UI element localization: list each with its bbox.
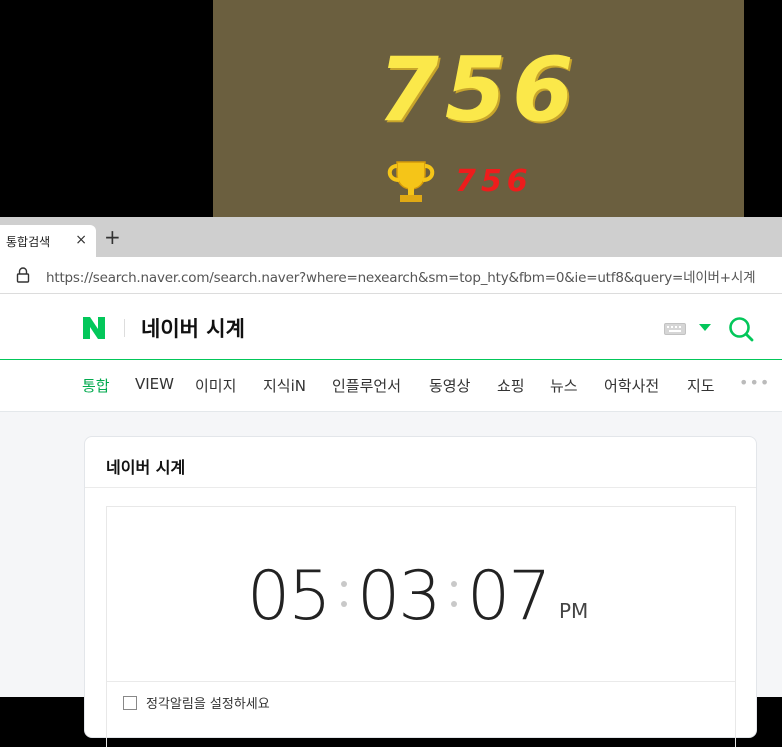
clock-ampm: PM	[559, 599, 589, 623]
header-divider	[124, 319, 125, 337]
alarm-label[interactable]: 정각알림을 설정하세요	[146, 693, 270, 712]
tab-dictionary[interactable]: 어학사전	[604, 375, 659, 396]
search-icon[interactable]	[728, 316, 754, 342]
tab-title: 통합검색	[6, 234, 51, 249]
best-score: 756	[455, 163, 533, 199]
alarm-checkbox[interactable]	[123, 695, 137, 710]
search-header: 네이버 시계	[0, 294, 782, 360]
current-score: 756	[377, 38, 580, 141]
tab-integrated[interactable]: 통합	[82, 375, 110, 396]
card-divider	[85, 487, 756, 488]
tab-influencer[interactable]: 인플루언서	[332, 375, 401, 396]
trophy-icon	[387, 161, 435, 202]
game-area: 756 756	[0, 0, 782, 217]
clock-hours: 05	[247, 557, 332, 636]
tab-kin[interactable]: 지식iN	[263, 375, 306, 396]
naver-page: 네이버 시계 통합 VIEW 이미지 지식iN 인플루언서 동영상 쇼핑 뉴스 …	[0, 294, 782, 747]
clock-minutes: 03	[357, 557, 442, 636]
more-icon[interactable]: •••	[739, 373, 770, 392]
tab-active[interactable]: 통합검색 ×	[0, 225, 96, 257]
digital-clock: 05 03 07 PM	[107, 557, 735, 637]
game-panel: 756 756	[213, 0, 744, 217]
url-text[interactable]: https://search.naver.com/search.naver?wh…	[46, 266, 756, 286]
tab-shopping[interactable]: 쇼핑	[497, 375, 525, 396]
alarm-divider	[107, 681, 735, 682]
best-score-row: 756	[385, 158, 533, 204]
address-bar[interactable]: https://search.naver.com/search.naver?wh…	[0, 257, 782, 294]
clock-colon	[341, 581, 347, 607]
chevron-down-icon[interactable]	[699, 324, 711, 332]
search-tabs: 통합 VIEW 이미지 지식iN 인플루언서 동영상 쇼핑 뉴스 어학사전 지도…	[0, 360, 782, 412]
tab-view[interactable]: VIEW	[135, 375, 174, 393]
clock-card: 네이버 시계 05 03 07 PM 정각알림을 설정하세요	[84, 436, 757, 747]
tab-bar: 통합검색 × +	[0, 217, 782, 257]
tab-video[interactable]: 동영상	[429, 375, 470, 396]
close-tab-icon[interactable]: ×	[75, 232, 87, 248]
tab-images[interactable]: 이미지	[195, 375, 236, 396]
search-query-text[interactable]: 네이버 시계	[141, 313, 245, 343]
keyboard-icon[interactable]	[664, 323, 686, 335]
clock-colon	[451, 581, 457, 607]
new-tab-button[interactable]: +	[104, 226, 121, 248]
card-title: 네이버 시계	[106, 458, 186, 477]
tab-map[interactable]: 지도	[687, 375, 715, 396]
tab-news[interactable]: 뉴스	[550, 375, 578, 396]
naver-logo-icon[interactable]	[83, 317, 105, 339]
alarm-setting[interactable]: 정각알림을 설정하세요	[123, 693, 270, 712]
clock-box: 05 03 07 PM 정각알림을 설정하세요	[106, 506, 736, 747]
clock-seconds: 07	[467, 557, 552, 636]
lock-icon[interactable]	[16, 267, 30, 283]
